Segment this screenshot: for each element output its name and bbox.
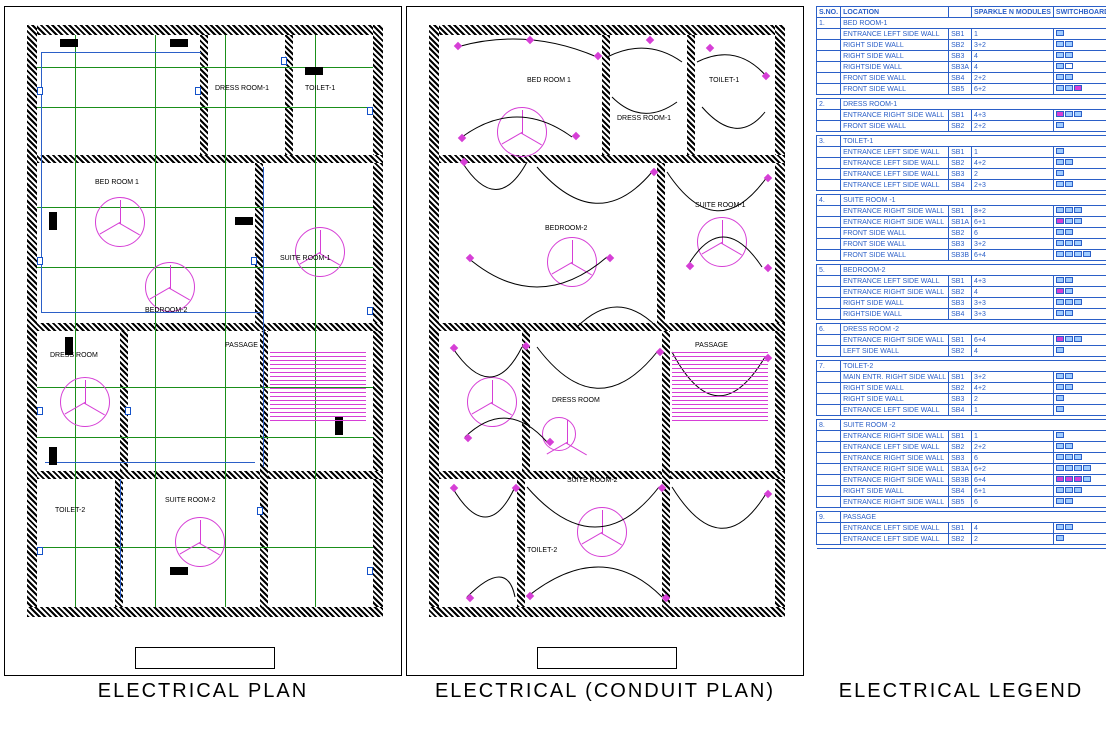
legend-row: RIGHT SIDE WALLSB33+3+4'-0" bbox=[817, 298, 1107, 309]
label2-dress: DRESS ROOM bbox=[552, 397, 600, 404]
legend-row: FRONT SIDE WALLSB3B6+4+1'-0" bbox=[817, 250, 1107, 261]
label2-bed1: BED ROOM 1 bbox=[527, 77, 571, 84]
legend-row: ENTRANCE RIGHT SIDE WALLSB56+1'-9" bbox=[817, 497, 1107, 508]
legend-row: MAIN ENTR. RIGHT SIDE WALLSB13+2+4'-0" bbox=[817, 372, 1107, 383]
legend-row: ENTRANCE LEFT SIDE WALLSB11+4'-0" bbox=[817, 29, 1107, 40]
legend-row: ENTRANCE RIGHT SIDE WALLSB18+2+4'-0" bbox=[817, 206, 1107, 217]
legend-row: ENTRANCE LEFT SIDE WALLSB22+4'-0" bbox=[817, 534, 1107, 545]
electrical-conduit-panel: BED ROOM 1 DRESS ROOM-1 TOILET-1 SUITE R… bbox=[406, 6, 804, 731]
label-dress: DRESS ROOM bbox=[50, 352, 98, 359]
electrical-plan-panel: BED ROOM 1 DRESS ROOM-1 TOILET-1 SUITE R… bbox=[4, 6, 402, 731]
label2-toilet1: TOILET-1 bbox=[709, 77, 739, 84]
legend-row: FRONT SIDE WALLSB22+2+3'-3" bbox=[817, 121, 1107, 132]
legend-row: ENTRANCE LEFT SIDE WALLSB11+4'-0" bbox=[817, 147, 1107, 158]
legend-section-header: 3.TOILET-1 bbox=[817, 136, 1107, 147]
legend-row: FRONT SIDE WALLSB33+2+1'-9" bbox=[817, 239, 1107, 250]
legend-row: ENTRANCE RIGHT SIDE WALLSB36+3'-6" bbox=[817, 453, 1107, 464]
label2-bed2: BEDROOM-2 bbox=[545, 225, 587, 232]
label-bed2: BEDROOM-2 bbox=[145, 307, 187, 314]
legend-row: RIGHT SIDE WALLSB32+7'-0" bbox=[817, 394, 1107, 405]
label-passage: PASSAGE bbox=[225, 342, 258, 349]
legend-row: ENTRANCE LEFT SIDE WALLSB24+2+3'-3" bbox=[817, 158, 1107, 169]
legend-row: ENTRANCE RIGHT SIDE WALLSB3B6+4+1'-0" bbox=[817, 475, 1107, 486]
label-bed1: BED ROOM 1 bbox=[95, 179, 139, 186]
label2-dress1: DRESS ROOM-1 bbox=[617, 115, 671, 122]
legend-row: RIGHT SIDE WALLSB23+2+4'-0" bbox=[817, 40, 1107, 51]
legend-section-header: 7.TOILET-2 bbox=[817, 361, 1107, 372]
legend-row: ENTRANCE LEFT SIDE WALLSB14+3+4'-0" bbox=[817, 276, 1107, 287]
col-sno: S.NO. bbox=[817, 7, 841, 18]
label2-suite2: SUITE ROOM-2 bbox=[567, 477, 618, 484]
col-mod: SPARKLE N MODULES bbox=[972, 7, 1054, 18]
legend-section-header: 4.SUITE ROOM -1 bbox=[817, 195, 1107, 206]
col-prov: SWITCHBOARD PROVISION bbox=[1053, 7, 1106, 18]
label-suite2: SUITE ROOM-2 bbox=[165, 497, 216, 504]
legend-row: ENTRANCE LEFT SIDE WALLSB41+4'-0" bbox=[817, 405, 1107, 416]
legend-row: ENTRANCE RIGHT SIDE WALLSB3A6+2+1'-0" bbox=[817, 464, 1107, 475]
label-suite1: SUITE ROOM-1 bbox=[280, 255, 331, 262]
legend-row: ENTRANCE RIGHT SIDE WALLSB16+4+4'-0" bbox=[817, 335, 1107, 346]
legend-row: RIGHTSIDE WALLSB3A4+1'-9" bbox=[817, 62, 1107, 73]
legend-row: RIGHTSIDE WALLSB43+3+1'-9" bbox=[817, 309, 1107, 320]
legend-row: ENTRANCE RIGHT SIDE WALLSB11+4'-0" bbox=[817, 431, 1107, 442]
label2-suite1: SUITE ROOM-1 bbox=[695, 202, 746, 209]
legend-row: ENTRANCE RIGHT SIDE WALLSB1A6+1+1'-9" bbox=[817, 217, 1107, 228]
legend-row: ENTRANCE LEFT SIDE WALLSB14+4'-0" bbox=[817, 523, 1107, 534]
legend-row: ENTRANCE LEFT SIDE WALLSB22+2+4'-0" bbox=[817, 442, 1107, 453]
legend-table: S.NO. LOCATION SPARKLE N MODULES SWITCHB… bbox=[816, 6, 1106, 549]
legend-row: ENTRANCE RIGHT SIDE WALLSB14+3+4'-0" bbox=[817, 110, 1107, 121]
legend-section-header: 1.BED ROOM-1 bbox=[817, 18, 1107, 29]
legend-row: FRONT SIDE WALLSB42+2+1'-9" bbox=[817, 73, 1107, 84]
legend-row: ENTRANCE RIGHT SIDE WALLSB24+1'-9" bbox=[817, 287, 1107, 298]
label-toilet1: TOILET-1 bbox=[305, 85, 335, 92]
legend-row: ENTRANCE LEFT SIDE WALLSB42+3+4'-0" bbox=[817, 180, 1107, 191]
label-toilet2: TOILET-2 bbox=[55, 507, 85, 514]
legend-row: ENTRANCE LEFT SIDE WALLSB32+7'-0" bbox=[817, 169, 1107, 180]
legend-row: RIGHT SIDE WALLSB34+2'-9" bbox=[817, 51, 1107, 62]
legend-row: RIGHT SIDE WALLSB46+1+1'-9" bbox=[817, 486, 1107, 497]
electrical-conduit-drawing: BED ROOM 1 DRESS ROOM-1 TOILET-1 SUITE R… bbox=[406, 6, 804, 676]
legend-row: RIGHT SIDE WALLSB24+2+3'-3" bbox=[817, 383, 1107, 394]
legend-section-header: 5.BEDROOM-2 bbox=[817, 265, 1107, 276]
col-loc: LOCATION bbox=[841, 7, 949, 18]
label2-passage: PASSAGE bbox=[695, 342, 728, 349]
legend-row: LEFT SIDE WALLSB24+3'-3" bbox=[817, 346, 1107, 357]
electrical-plan-drawing: BED ROOM 1 DRESS ROOM-1 TOILET-1 SUITE R… bbox=[4, 6, 402, 676]
legend-section-header: 6.DRESS ROOM -2 bbox=[817, 324, 1107, 335]
conduit-wires bbox=[407, 7, 805, 677]
legend-section-header: 9.PASSAGE bbox=[817, 512, 1107, 523]
plan1-title: ELECTRICAL PLAN bbox=[98, 680, 308, 703]
legend-section-header: 8.SUITE ROOM -2 bbox=[817, 420, 1107, 431]
legend-row: FRONT SIDE WALLSB56+2+1'-9" bbox=[817, 84, 1107, 95]
label-dress1: DRESS ROOM-1 bbox=[215, 85, 269, 92]
legend-section-header: 2.DRESS ROOM-1 bbox=[817, 99, 1107, 110]
label2-toilet2: TOILET-2 bbox=[527, 547, 557, 554]
legend-row: FRONT SIDE WALLSB26+4'-0" bbox=[817, 228, 1107, 239]
legend-title: ELECTRICAL LEGEND bbox=[839, 680, 1083, 703]
col-sb bbox=[949, 7, 972, 18]
plan2-title: ELECTRICAL (CONDUIT PLAN) bbox=[435, 680, 775, 703]
electrical-legend-panel: S.NO. LOCATION SPARKLE N MODULES SWITCHB… bbox=[808, 6, 1114, 731]
